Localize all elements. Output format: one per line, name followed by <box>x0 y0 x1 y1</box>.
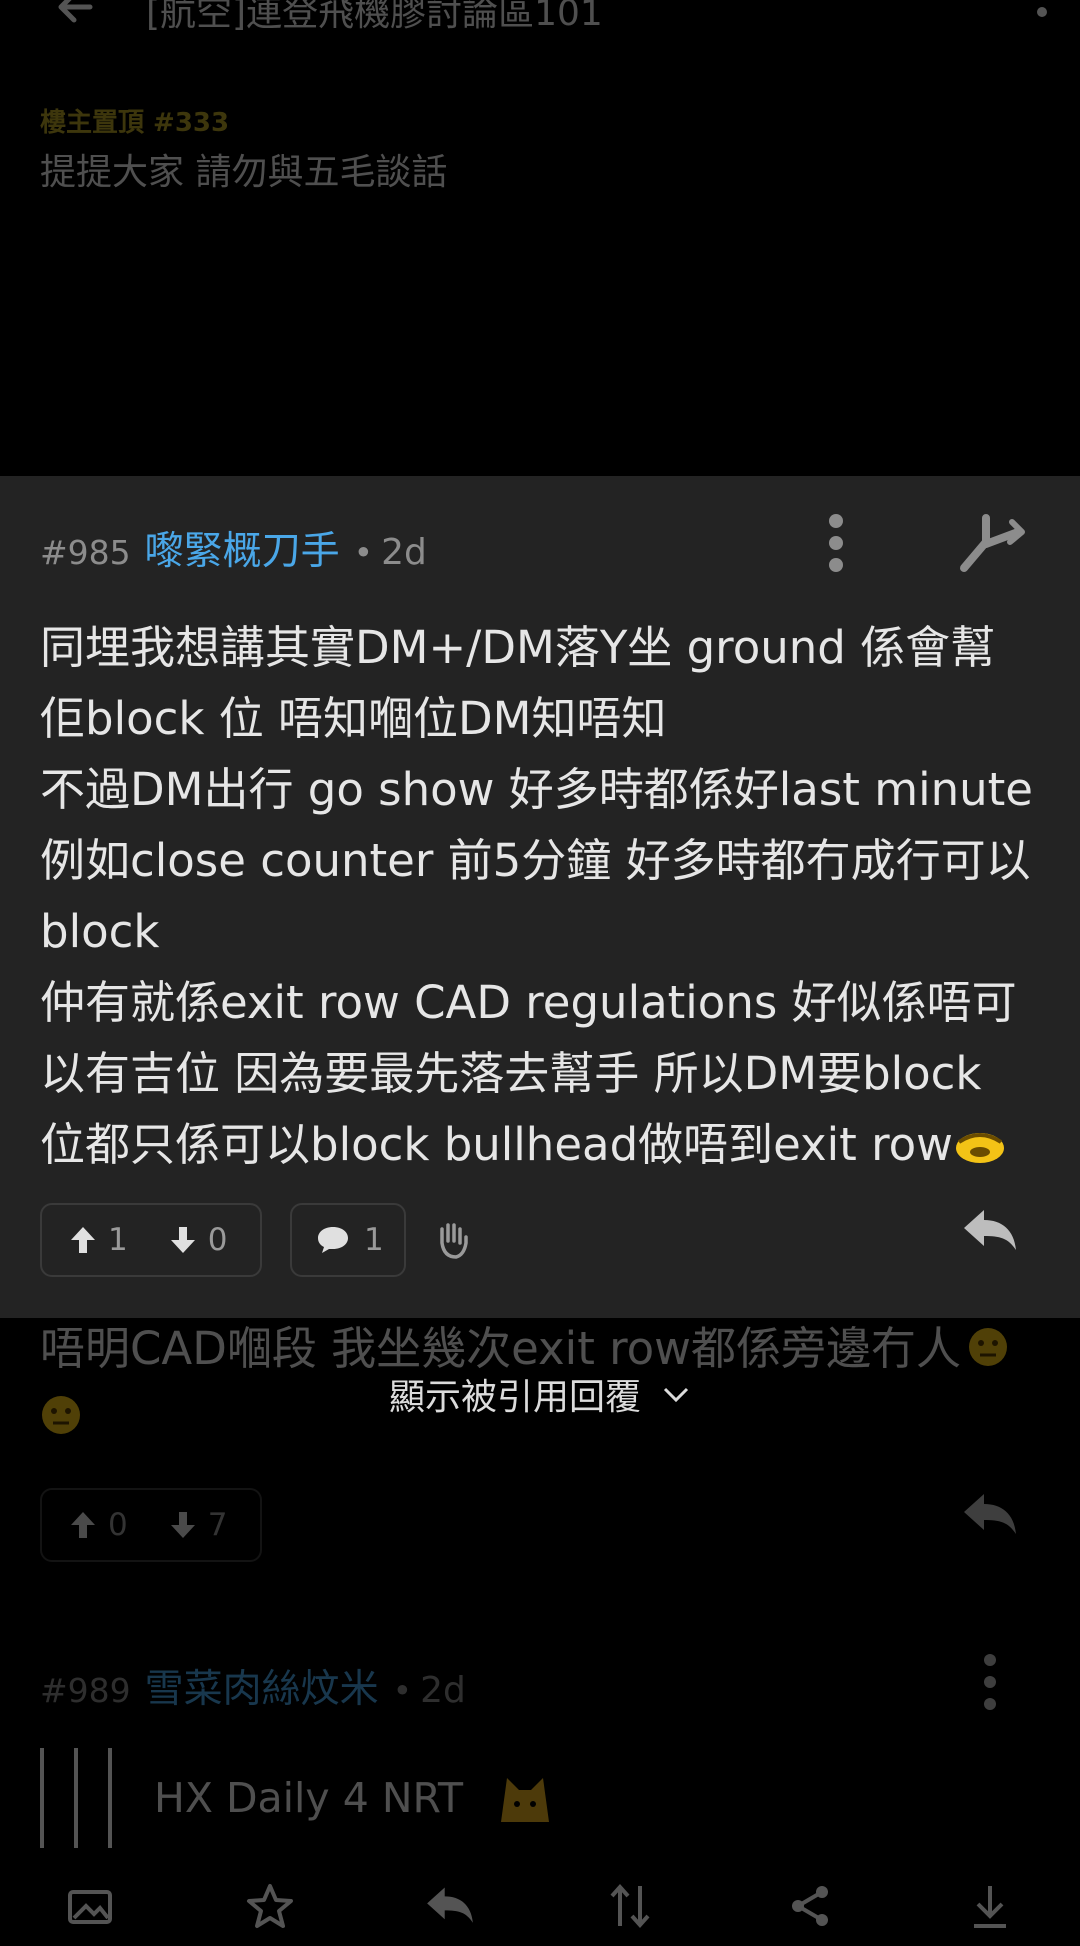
more-options-icon[interactable] <box>1032 0 1052 34</box>
meta-separator: • <box>353 533 374 572</box>
reply-icon[interactable] <box>960 1490 1020 1540</box>
bottom-toolbar <box>0 1866 1080 1946</box>
reply-icon[interactable] <box>960 1206 1020 1256</box>
post-line: block <box>40 905 160 958</box>
vote-box: 0 7 <box>40 1488 262 1562</box>
post-author[interactable]: 雪菜肉絲炆米 <box>145 1658 379 1714</box>
post-time: 2d <box>381 532 427 573</box>
comment-count: 1 <box>364 1222 384 1258</box>
emoji-icon <box>501 1778 550 1822</box>
post-line: 例如close counter 前5分鐘 好多時都冇成行可以 <box>40 834 1031 887</box>
downvote-count: 7 <box>207 1507 228 1543</box>
show-quoted-label: 顯示被引用回覆 <box>388 1377 641 1418</box>
quote-bar <box>74 1748 78 1848</box>
meta-separator: • <box>392 1671 413 1710</box>
upvote-count: 0 <box>108 1507 128 1543</box>
post-more-options-icon[interactable] <box>820 512 852 574</box>
share-icon[interactable] <box>780 1876 840 1936</box>
post-line: 以有吉位 因為要最先落去幫手 所以DM要block <box>40 1047 982 1100</box>
quote-block[interactable]: HX Daily 4 NRT <box>40 1748 557 1848</box>
post-line: 同埋我想講其實DM+/DM落Y坐 ground 係會幫 <box>40 621 996 674</box>
downvote-count: 0 <box>207 1222 228 1258</box>
post-meta: #985 嚟緊概刀手 • 2d <box>40 520 427 574</box>
quote-bar <box>108 1748 112 1848</box>
vote-box: 1 0 <box>40 1203 262 1277</box>
post-meta: #989 雪菜肉絲炆米 • 2d <box>40 1658 466 1714</box>
comment-icon <box>318 1227 348 1253</box>
image-icon[interactable] <box>60 1876 120 1936</box>
pinned-post[interactable]: 樓主置頂 #333 提提大家 請勿與五毛談話 <box>40 102 1040 195</box>
hand-icon[interactable] <box>434 1219 470 1259</box>
post-body: 同埋我想講其實DM+/DM落Y坐 ground 係會幫 佢block 位 唔知嗰… <box>40 612 1050 1180</box>
post-time: 2d <box>420 1670 466 1711</box>
quote-text: HX Daily 4 NRT <box>154 1774 464 1822</box>
reply-icon[interactable] <box>420 1876 480 1936</box>
emoji-icon <box>969 1328 1007 1366</box>
downvote-icon[interactable] <box>170 1225 196 1255</box>
star-icon[interactable] <box>240 1876 300 1936</box>
back-arrow-icon[interactable] <box>50 0 100 32</box>
thread-title: [航空]連登飛機膠討論區101 <box>146 0 603 34</box>
post-line: 位都只係可以block bullhead做唔到exit row <box>40 1118 953 1171</box>
download-icon[interactable] <box>960 1876 1020 1936</box>
post-more-options-icon[interactable] <box>980 1652 1000 1712</box>
post-line: 仲有就係exit row CAD regulations 好似係唔可 <box>40 976 1017 1029</box>
upvote-icon[interactable] <box>70 1225 96 1255</box>
quote-bar <box>40 1748 44 1848</box>
downvote-icon[interactable] <box>170 1510 196 1540</box>
pinned-text: 提提大家 請勿與五毛談話 <box>40 152 448 193</box>
upvote-count: 1 <box>108 1222 128 1258</box>
emoji-icon <box>955 1133 1004 1163</box>
upvote-icon[interactable] <box>70 1510 96 1540</box>
post-line: 不過DM出行 go show 好多時都係好last minute <box>40 763 1033 816</box>
show-quoted-replies-button[interactable]: 顯示被引用回覆 <box>0 1368 1080 1420</box>
post-author[interactable]: 嚟緊概刀手 <box>145 520 340 576</box>
post-line: 佢block 位 唔知嗰位DM知唔知 <box>40 692 667 745</box>
post-number: #989 <box>40 1671 131 1710</box>
post-number: #985 <box>40 533 131 572</box>
chevron-down-icon <box>663 1387 689 1403</box>
comment-box[interactable]: 1 <box>290 1203 406 1277</box>
sort-icon[interactable] <box>600 1876 660 1936</box>
quote-jump-icon[interactable] <box>956 512 1026 574</box>
pinned-label: 樓主置頂 #333 <box>40 108 230 138</box>
